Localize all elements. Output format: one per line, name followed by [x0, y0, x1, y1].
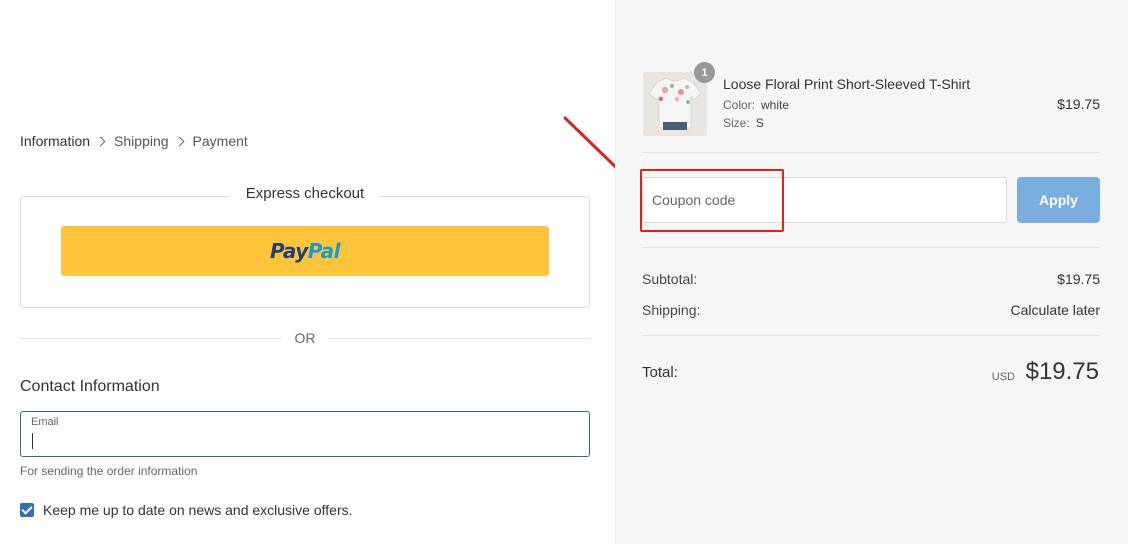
subtotal-label: Subtotal: [642, 271, 698, 287]
or-divider: OR [20, 329, 590, 347]
newsletter-opt-in[interactable]: Keep me up to date on news and exclusive… [20, 502, 353, 518]
paypal-logo: PayPal [269, 239, 341, 263]
shipping-value: Calculate later [1010, 302, 1101, 318]
product-price: $19.75 [1057, 96, 1100, 112]
text-cursor [32, 433, 33, 449]
email-field[interactable]: Email [20, 411, 590, 457]
chevron-right-icon [174, 136, 184, 146]
breadcrumb: Information Shipping Payment [20, 133, 248, 149]
email-input[interactable] [31, 431, 571, 453]
newsletter-label[interactable]: Keep me up to date on news and exclusive… [43, 502, 353, 518]
or-text: OR [294, 330, 316, 346]
product-name: Loose Floral Print Short-Sleeved T-Shirt [723, 76, 971, 92]
quantity-badge: 1 [694, 62, 715, 83]
total-amount: $19.75 [1025, 358, 1099, 385]
product-color: Color: white [723, 98, 790, 112]
breadcrumb-information[interactable]: Information [20, 133, 90, 149]
paypal-button[interactable]: PayPal [61, 226, 549, 276]
shipping-label: Shipping: [642, 302, 701, 318]
product-thumbnail: 1 [643, 62, 715, 136]
email-hint: For sending the order information [20, 464, 198, 478]
apply-coupon-button[interactable]: Apply [1017, 177, 1100, 223]
coupon-code-input[interactable] [642, 177, 1007, 223]
newsletter-checkbox[interactable] [20, 503, 34, 517]
cart-item: 1 Loose Floral Print Short-Sleeved T-Shi… [643, 62, 1100, 136]
contact-information-heading: Contact Information [20, 378, 160, 395]
product-size: Size: S [723, 116, 764, 130]
breadcrumb-shipping: Shipping [114, 133, 169, 149]
checkout-form-panel: Information Shipping Payment Express che… [0, 0, 615, 544]
divider [642, 335, 1100, 336]
total-label: Total: [642, 364, 678, 381]
breadcrumb-payment: Payment [192, 133, 248, 149]
express-checkout-title: Express checkout [229, 185, 381, 202]
chevron-right-icon [95, 136, 106, 146]
email-label: Email [31, 416, 59, 428]
order-summary-panel: 1 Loose Floral Print Short-Sleeved T-Shi… [615, 0, 1128, 544]
subtotal-value: $19.75 [1057, 271, 1100, 287]
divider [642, 247, 1100, 248]
divider-line [20, 338, 282, 339]
divider-line [328, 338, 590, 339]
total-currency: USD [991, 371, 1015, 383]
product-image [643, 72, 707, 136]
express-checkout-section: Express checkout PayPal [20, 185, 590, 308]
divider [642, 152, 1100, 153]
